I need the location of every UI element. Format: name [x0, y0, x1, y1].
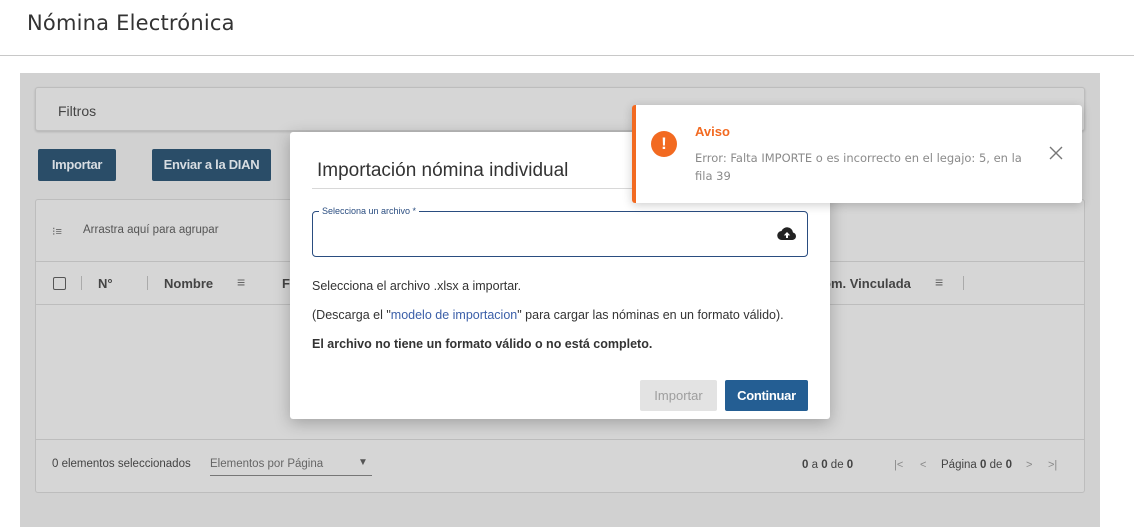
column-linked[interactable]: om. Vinculada: [823, 276, 911, 291]
dialog-title: Importación nómina individual: [317, 160, 569, 181]
toast-title: Aviso: [695, 124, 730, 139]
group-hint: Arrastra aquí para agrupar: [83, 224, 219, 236]
format-error-text: El archivo no tiene un formato válido o …: [312, 337, 653, 351]
grid-divider: [36, 439, 1084, 440]
record-range: 0 a 0 de 0: [802, 459, 854, 471]
column-menu-icon[interactable]: ≡: [935, 274, 943, 290]
file-input-label: Selecciona un archivo *: [319, 206, 420, 216]
select-all-checkbox[interactable]: [53, 277, 66, 290]
page-title: Nómina Electrónica: [27, 11, 235, 35]
chevron-down-icon[interactable]: ▼: [358, 457, 368, 468]
instructions-text: Selecciona el archivo .xlsx a importar.: [312, 279, 522, 293]
column-separator: [147, 276, 148, 290]
next-page-icon[interactable]: >: [1026, 459, 1032, 471]
import-button[interactable]: Importar: [38, 149, 116, 181]
column-f[interactable]: F: [282, 276, 290, 291]
import-disabled-button[interactable]: Importar: [640, 380, 717, 411]
filters-label: Filtros: [58, 103, 97, 119]
prev-page-icon[interactable]: <: [920, 459, 926, 471]
last-page-icon[interactable]: >|: [1048, 459, 1057, 471]
cloud-upload-icon[interactable]: [777, 226, 797, 247]
selected-count: 0 elementos seleccionados: [52, 458, 191, 470]
page-indicator: Página 0 de 0: [941, 459, 1013, 471]
template-hint: (Descarga el "modelo de importacion" par…: [312, 308, 784, 322]
send-dian-button[interactable]: Enviar a la DIAN: [152, 149, 271, 181]
toast-accent-bar: [632, 105, 636, 203]
close-icon[interactable]: [1048, 145, 1064, 161]
column-name[interactable]: Nombre: [164, 276, 213, 291]
group-icon: ⁝≡: [52, 226, 62, 238]
template-download-link[interactable]: modelo de importacion: [391, 308, 517, 322]
file-input[interactable]: Selecciona un archivo *: [312, 206, 808, 257]
column-separator: [81, 276, 82, 290]
warning-toast: ! Aviso Error: Falta IMPORTE o es incorr…: [632, 105, 1082, 203]
first-page-icon[interactable]: |<: [894, 459, 903, 471]
exclamation-icon: !: [651, 131, 677, 157]
header-divider: [0, 55, 1134, 56]
per-page-underline: [210, 475, 372, 476]
column-number[interactable]: N°: [98, 276, 113, 291]
column-menu-icon[interactable]: ≡: [237, 274, 245, 290]
continue-button[interactable]: Continuar: [725, 380, 808, 411]
toast-message: Error: Falta IMPORTE o es incorrecto en …: [695, 151, 1022, 183]
per-page-select[interactable]: Elementos por Página: [210, 458, 323, 470]
column-separator: [963, 276, 964, 290]
